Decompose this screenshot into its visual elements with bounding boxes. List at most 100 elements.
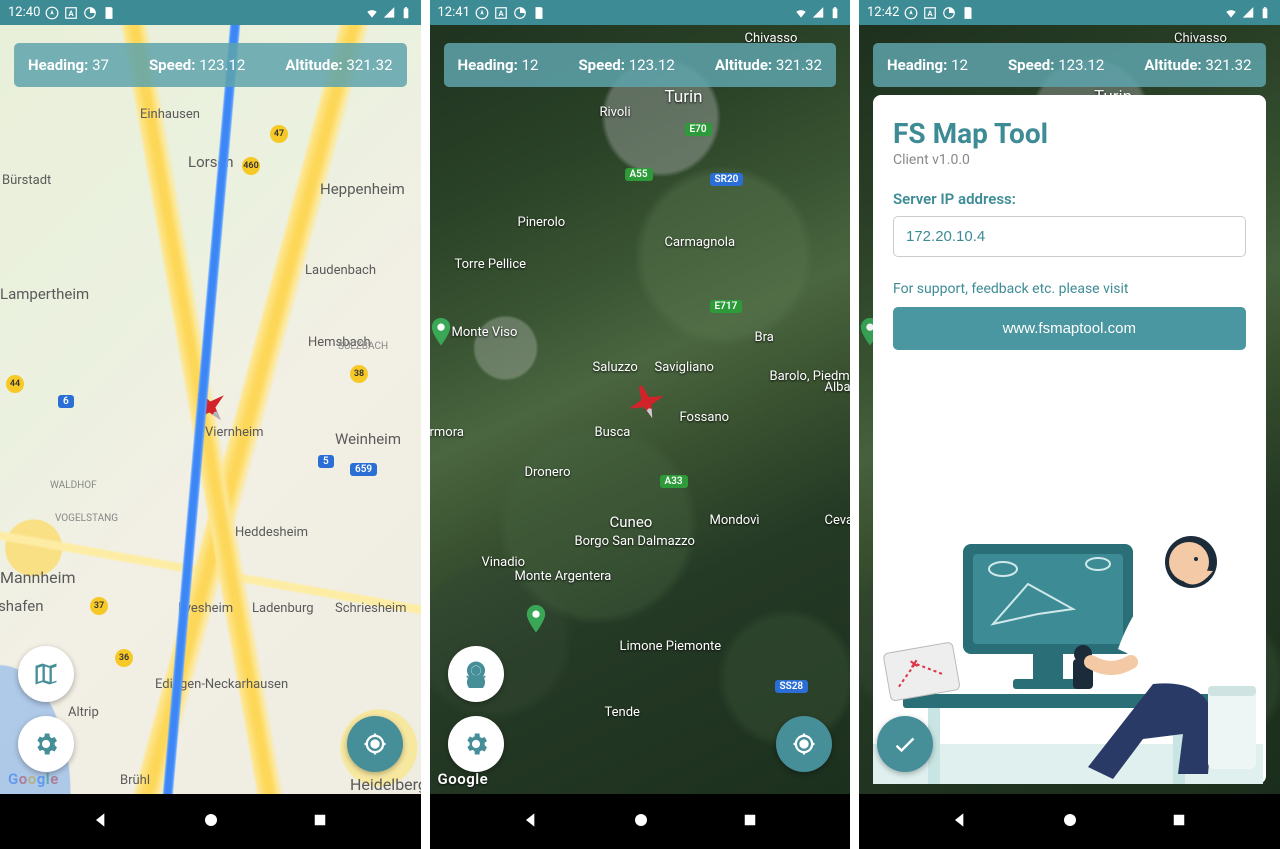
speed-label: Speed: xyxy=(578,56,625,74)
sat-city-label: Dronero xyxy=(525,465,571,480)
map-view-road[interactable]: Einhausen Lorsch Bürstadt Heppenheim Lau… xyxy=(0,25,421,794)
nav-home[interactable] xyxy=(632,811,650,833)
battery-icon xyxy=(1258,6,1272,20)
road-badge: A55 xyxy=(625,168,653,181)
status-icon-pie xyxy=(83,6,97,20)
flight-info-banner: Heading: 37 Speed: 123.12 Altitude: 321.… xyxy=(14,43,407,87)
city-label: SULZBACH xyxy=(338,341,388,352)
signal-icon xyxy=(382,6,396,20)
city-label: Heppenheim xyxy=(320,180,405,198)
altitude-label: Altitude: xyxy=(285,56,342,74)
ip-address-input[interactable] xyxy=(893,216,1246,257)
sat-city-label: Bra xyxy=(755,330,774,345)
road-badge: E70 xyxy=(685,123,712,136)
altitude-value: 321.32 xyxy=(776,56,822,74)
status-time: 12:42 xyxy=(867,5,899,20)
wifi-icon xyxy=(794,6,808,20)
google-attribution: Google xyxy=(438,770,489,788)
sat-city-label: Savigliano xyxy=(655,360,714,375)
map-type-button[interactable] xyxy=(448,646,504,702)
sat-city-label: Torre Pellice xyxy=(455,257,527,272)
status-icon-a: A xyxy=(923,6,937,20)
status-icon-nav xyxy=(45,6,59,20)
nav-back[interactable] xyxy=(521,810,541,834)
website-link-button[interactable]: www.fsmaptool.com xyxy=(893,307,1246,350)
status-icon-pie xyxy=(513,6,527,20)
city-label: Laudenbach xyxy=(305,263,376,278)
status-icon-nav xyxy=(904,6,918,20)
locate-button[interactable] xyxy=(347,716,403,772)
sat-city-label: Limone Piemonte xyxy=(620,640,722,654)
city-label: Ladenburg xyxy=(252,601,314,616)
status-icon-sd xyxy=(961,6,975,20)
speed-label: Speed: xyxy=(149,56,196,74)
status-icon-sd xyxy=(532,6,546,20)
svg-text:A: A xyxy=(69,8,75,17)
city-label: Bürstadt xyxy=(2,173,51,188)
city-label: Brühl xyxy=(120,773,150,788)
wifi-icon xyxy=(1224,6,1238,20)
svg-text:A: A xyxy=(498,8,504,17)
road-badge: 36 xyxy=(115,649,133,667)
city-label: Lampertheim xyxy=(0,285,89,303)
signal-icon xyxy=(811,6,825,20)
sat-city-label: Vinadio xyxy=(482,555,526,570)
city-label: Weinheim xyxy=(335,430,401,448)
android-nav-bar xyxy=(859,794,1280,849)
road-badge: SS28 xyxy=(775,680,809,693)
speed-value: 123.12 xyxy=(199,56,245,74)
speed-label: Speed: xyxy=(1008,56,1055,74)
signal-icon xyxy=(1241,6,1255,20)
heading-label: Heading: xyxy=(28,56,88,74)
support-text: For support, feedback etc. please visit xyxy=(893,281,1246,297)
app-version: Client v1.0.0 xyxy=(893,152,1246,168)
nav-home[interactable] xyxy=(1061,811,1079,833)
sat-city-label: Fossano xyxy=(680,410,730,425)
nav-recent[interactable] xyxy=(1170,811,1188,833)
sat-city-label: Turin xyxy=(665,87,703,107)
nav-recent[interactable] xyxy=(741,811,759,833)
confirm-button[interactable] xyxy=(877,716,933,772)
city-label: igshafen xyxy=(0,597,44,615)
settings-button[interactable] xyxy=(448,716,504,772)
status-bar: 12:40 A xyxy=(0,0,421,25)
sat-city-label: Saluzzo xyxy=(593,360,638,375)
altitude-value: 321.32 xyxy=(346,56,392,74)
map-view-satellite[interactable]: Chivasso Turin Rivoli Pinerolo Carmagnol… xyxy=(430,25,851,794)
sat-city-label: Barolo, Piedmont xyxy=(770,370,851,384)
road-badge: 47 xyxy=(270,125,288,143)
road-badge: 38 xyxy=(350,365,368,383)
road-badge: 6 xyxy=(58,395,74,408)
sat-city-label: Monte Argentera xyxy=(515,570,612,584)
road-badge: 460 xyxy=(242,157,260,175)
nav-home[interactable] xyxy=(202,811,220,833)
road-badge: 44 xyxy=(6,375,24,393)
wifi-icon xyxy=(365,6,379,20)
google-attribution: Google xyxy=(8,770,59,788)
heading-value: 12 xyxy=(522,56,539,74)
sat-city-label: rmora xyxy=(430,425,464,440)
nav-back[interactable] xyxy=(91,810,111,834)
status-icon-sd xyxy=(102,6,116,20)
heading-label: Heading: xyxy=(458,56,518,74)
city-label: Edingen-Neckarhausen xyxy=(155,677,288,692)
altitude-value: 321.32 xyxy=(1205,56,1251,74)
city-label: Altrip xyxy=(68,705,99,720)
flight-info-banner: Heading: 12 Speed: 123.12 Altitude: 321.… xyxy=(873,43,1266,87)
city-label: Viernheim xyxy=(205,425,264,440)
sat-city-label: Rivoli xyxy=(600,105,631,120)
map-pin-icon xyxy=(525,605,547,633)
city-label: Schriesheim xyxy=(335,601,406,616)
locate-button[interactable] xyxy=(776,716,832,772)
map-type-button[interactable] xyxy=(18,646,74,702)
city-label: WALDHOF xyxy=(50,480,97,491)
status-time: 12:41 xyxy=(438,5,470,20)
altitude-label: Altitude: xyxy=(715,56,772,74)
settings-button[interactable] xyxy=(18,716,74,772)
settings-panel: FS Map Tool Client v1.0.0 Server IP addr… xyxy=(873,95,1266,784)
nav-recent[interactable] xyxy=(311,811,329,833)
nav-back[interactable] xyxy=(950,810,970,834)
ip-label: Server IP address: xyxy=(893,190,1246,208)
map-pin-icon xyxy=(430,318,452,346)
sat-city-label: Pinerolo xyxy=(518,215,566,230)
